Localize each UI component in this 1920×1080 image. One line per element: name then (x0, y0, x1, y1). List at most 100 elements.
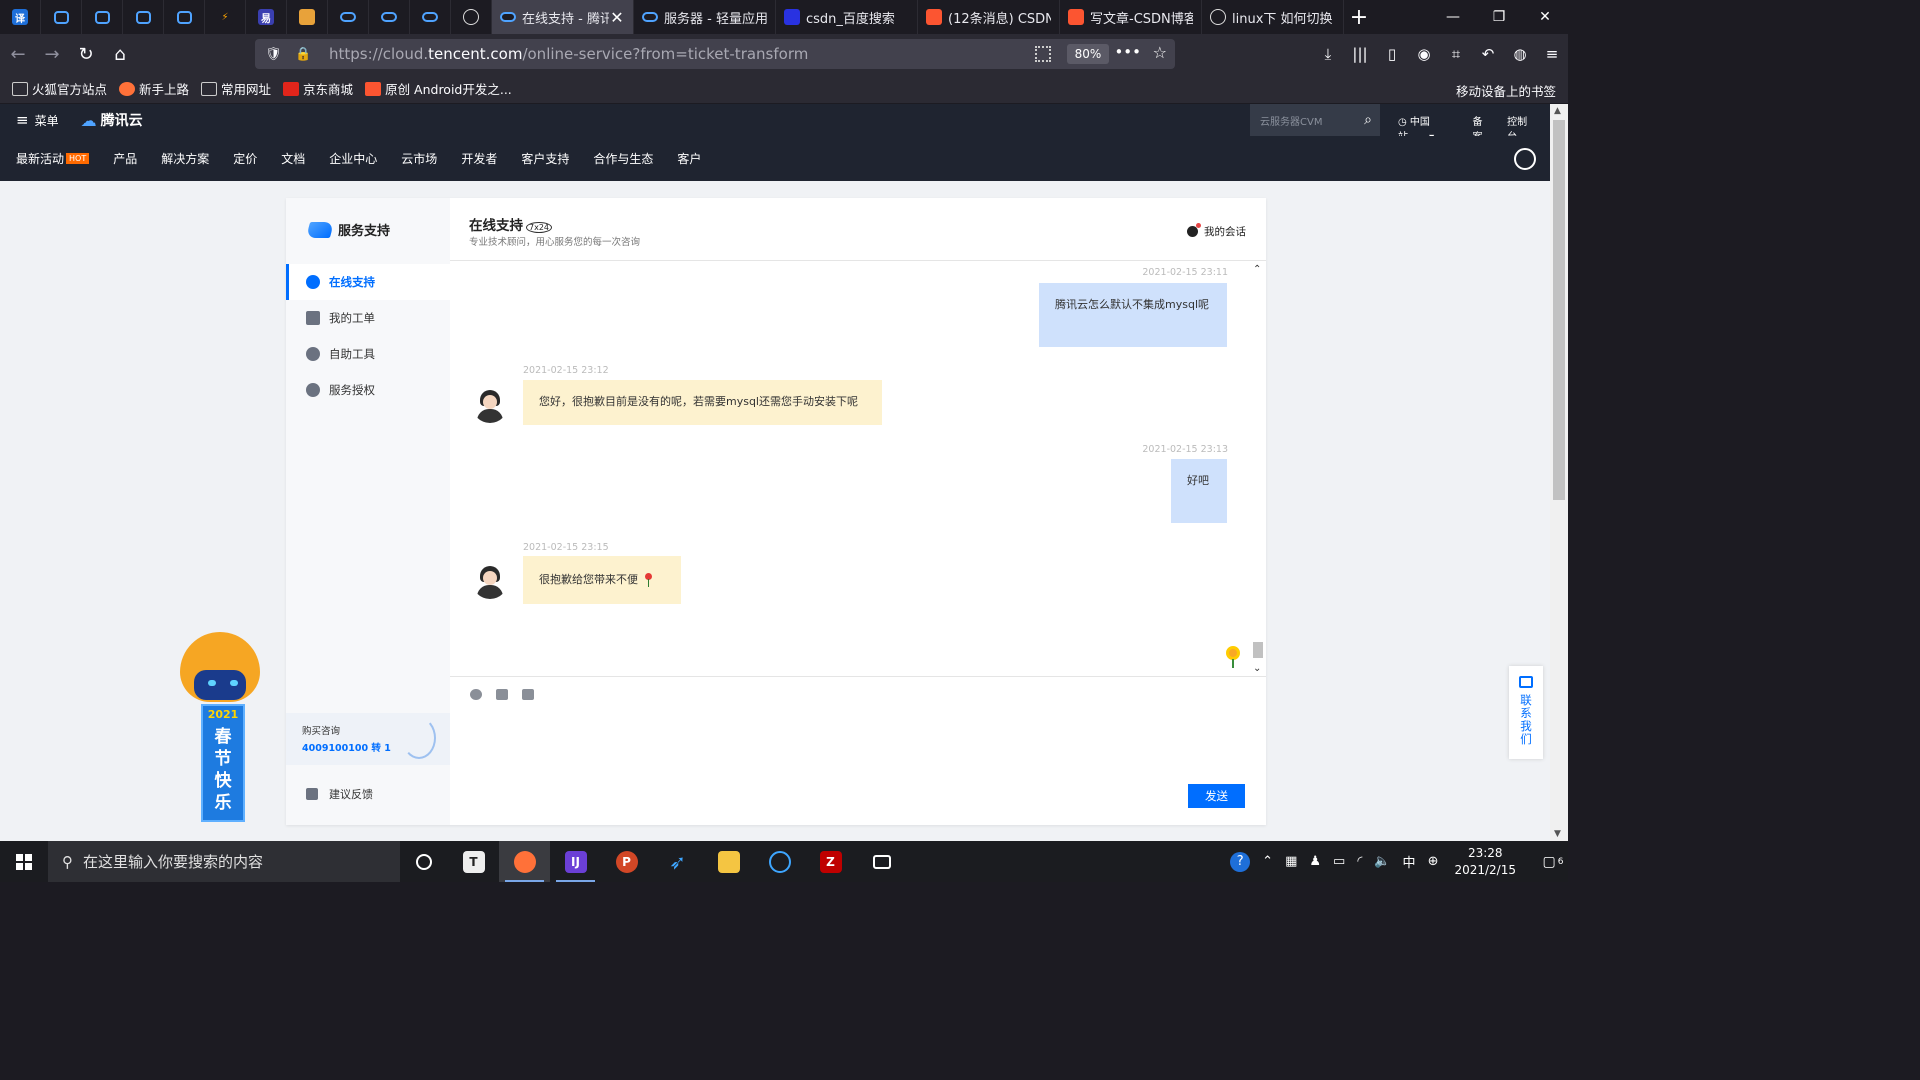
nav-item[interactable]: 解决方案 (161, 150, 209, 167)
search-input[interactable]: 云服务器CVM (1260, 113, 1364, 128)
bookmark-item[interactable]: 新手上路 (119, 79, 189, 98)
bookmark-star-icon[interactable]: ☆ (1153, 43, 1167, 62)
powerpoint-app[interactable]: P (601, 841, 652, 882)
nav-item[interactable]: 开发者 (461, 150, 497, 167)
page-scrollbar[interactable]: ▲ ▼ (1550, 104, 1568, 841)
sidebar-item[interactable]: 我的工单 (286, 300, 450, 336)
message-scrollbar[interactable]: ⌃ ⌄ (1250, 262, 1266, 676)
scroll-thumb[interactable] (1253, 642, 1263, 658)
hamburger-menu-icon[interactable]: ≡ (1536, 38, 1568, 70)
nav-item[interactable]: 客户支持 (521, 150, 569, 167)
nav-item[interactable]: 定价 (233, 150, 257, 167)
sidebar-item[interactable]: 服务授权 (286, 372, 450, 408)
user-icon[interactable] (1514, 148, 1536, 170)
zoom-indicator[interactable]: 80% (1067, 44, 1109, 64)
file-explorer-app[interactable] (703, 841, 754, 882)
taskbar-search-input[interactable]: 在这里输入你要搜索的内容 (83, 851, 263, 872)
pinned-tab[interactable] (123, 0, 164, 34)
close-window-icon[interactable]: ✕ (1522, 0, 1568, 34)
contact-us-button[interactable]: 联系我们 (1509, 666, 1543, 759)
pinned-tab[interactable] (82, 0, 123, 34)
pinned-tab[interactable] (451, 0, 492, 34)
scroll-down-icon[interactable]: ⌄ (1253, 663, 1261, 674)
sidebar-item[interactable]: 自助工具 (286, 336, 450, 372)
forward-icon[interactable]: → (36, 38, 68, 70)
intellij-app[interactable]: IJ (550, 841, 601, 882)
url-text[interactable]: https://cloud.tencent.com/online-service… (329, 45, 808, 63)
browser-tab[interactable]: 在线支持 - 腾讯 ✕ (492, 0, 634, 34)
notification-center[interactable]: ▢ 6 (1538, 841, 1568, 882)
scroll-thumb[interactable] (1553, 120, 1565, 500)
pinned-tab[interactable]: 译 (0, 0, 41, 34)
bookmark-item[interactable]: 原创 Android开发之... (365, 79, 512, 98)
nav-item[interactable]: 企业中心 (329, 150, 377, 167)
undo-icon[interactable]: ↶ (1472, 38, 1504, 70)
spring-festival-mascot[interactable]: 2021 春节快乐 (172, 626, 268, 826)
shield-icon[interactable]: 🛡 (265, 47, 285, 62)
browser-tab[interactable]: linux下 如何切换 (1202, 0, 1344, 34)
pinned-tab[interactable]: 易 (246, 0, 287, 34)
library-icon[interactable]: ||| (1344, 38, 1376, 70)
message-input[interactable] (466, 716, 1246, 776)
feedback-link[interactable]: 建议反馈 (306, 786, 373, 802)
screenshot-icon[interactable]: ⌗ (1440, 38, 1472, 70)
pinned-tab[interactable] (41, 0, 82, 34)
home-icon[interactable]: ⌂ (104, 38, 136, 70)
xshell-app[interactable] (754, 841, 805, 882)
browser-tab[interactable]: (12条消息) CSDN (918, 0, 1060, 34)
bookmark-item[interactable]: 京东商城 (283, 79, 353, 98)
extension-icon[interactable]: ◍ (1504, 38, 1536, 70)
url-bar[interactable]: 🛡 🔒 https://cloud.tencent.com/online-ser… (255, 39, 1175, 69)
help-icon[interactable]: ? (1230, 851, 1251, 872)
restore-icon[interactable]: ❐ (1476, 0, 1522, 34)
filezilla-app[interactable]: Z (805, 841, 856, 882)
reload-icon[interactable]: ↻ (70, 38, 102, 70)
back-icon[interactable]: ← (2, 38, 34, 70)
firefox-app[interactable] (499, 841, 550, 882)
search-icon[interactable]: ⌕ (1364, 112, 1372, 128)
clock[interactable]: 23:28 2021/2/15 (1454, 845, 1516, 879)
nav-item[interactable]: 产品 (113, 150, 137, 167)
purchase-consult-box[interactable]: 购买咨询 4009100100 转 1 (286, 713, 450, 765)
scroll-up-icon[interactable]: ▲ (1554, 106, 1561, 116)
pinned-tab[interactable] (328, 0, 369, 34)
bookmark-item[interactable]: 火狐官方站点 (12, 79, 107, 98)
menu-button[interactable]: ≡ 菜单 (16, 111, 59, 129)
start-button[interactable] (0, 841, 48, 882)
mobile-bookmarks[interactable]: 移动设备上的书签 (1456, 81, 1556, 100)
browser-tab[interactable]: 写文章-CSDN博客 (1060, 0, 1202, 34)
pinned-tab[interactable] (369, 0, 410, 34)
camera-app[interactable] (856, 841, 907, 882)
my-sessions-button[interactable]: 我的会话 (1187, 223, 1246, 239)
folder-icon[interactable] (522, 689, 534, 700)
battery-icon[interactable]: ▭ (1333, 854, 1345, 869)
qq-icon[interactable]: ♟ (1309, 854, 1321, 869)
nav-item[interactable]: 客户 (677, 150, 701, 167)
volume-icon[interactable]: 🔈 (1374, 854, 1390, 869)
nav-item[interactable]: 文档 (281, 150, 305, 167)
scroll-down-icon[interactable]: ▼ (1554, 829, 1561, 839)
tencent-search[interactable]: 云服务器CVM ⌕ (1250, 104, 1380, 136)
page-actions-icon[interactable]: ••• (1114, 43, 1141, 61)
ime-indicator[interactable]: 中 (1403, 852, 1416, 871)
download-icon[interactable]: ⤓ (1312, 38, 1344, 70)
typora-app[interactable]: T (448, 841, 499, 882)
lock-icon[interactable]: 🔒 (295, 47, 315, 62)
image-icon[interactable] (496, 689, 508, 700)
new-tab-button[interactable]: + (1344, 0, 1374, 34)
chevron-up-icon[interactable]: ⌃ (1262, 854, 1273, 869)
browser-tab[interactable]: csdn_百度搜索 (776, 0, 918, 34)
nav-item[interactable]: 云市场 (401, 150, 437, 167)
cortana-button[interactable] (400, 841, 448, 882)
emoji-icon[interactable] (470, 689, 482, 700)
wifi-icon[interactable]: ◜ (1357, 854, 1362, 869)
input-method-icon[interactable]: ⊕ (1428, 854, 1439, 869)
pinned-tab[interactable]: ⚡ (205, 0, 246, 34)
taskbar-search[interactable]: ⚲ 在这里输入你要搜索的内容 (48, 841, 400, 882)
pinned-tab[interactable] (410, 0, 451, 34)
message-list[interactable]: 2021-02-15 23:11 腾讯云怎么默认不集成mysql呢 2021-02-… (450, 262, 1250, 676)
account-icon[interactable]: ◉ (1408, 38, 1440, 70)
pinned-tab[interactable] (287, 0, 328, 34)
sidebar-item[interactable]: 在线支持 (286, 264, 450, 300)
close-tab-icon[interactable]: ✕ (609, 8, 625, 27)
